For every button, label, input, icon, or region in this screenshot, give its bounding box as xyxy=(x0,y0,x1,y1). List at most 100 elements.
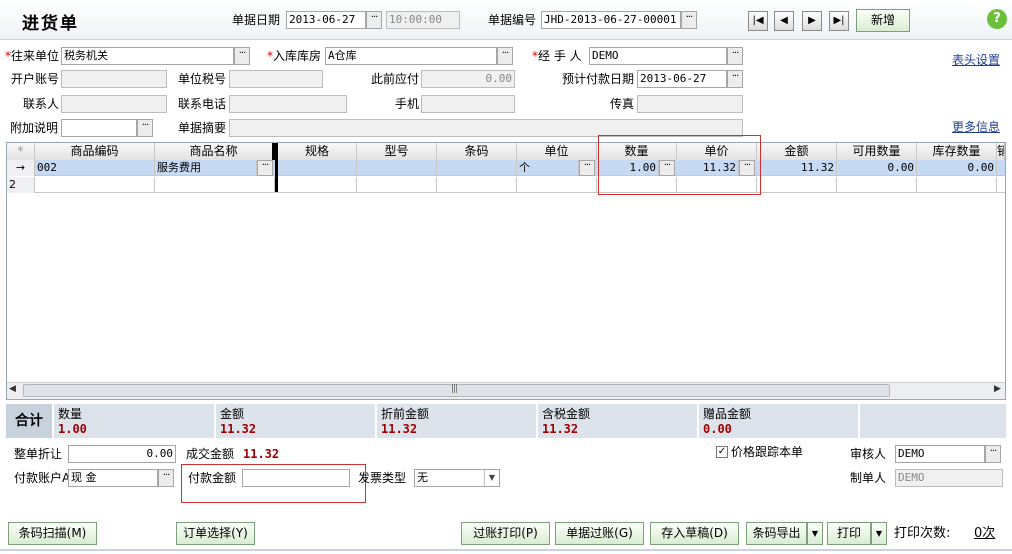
pay-account-label: 付款账户A xyxy=(14,471,71,485)
note-field[interactable] xyxy=(61,119,137,137)
first-record-icon[interactable]: |◀ xyxy=(748,11,768,31)
grid-header-stock[interactable]: 库存数量 xyxy=(917,143,997,160)
totals-qty: 数量 1.00 xyxy=(54,404,216,438)
cell-spec[interactable] xyxy=(278,177,357,193)
handler-field[interactable]: DEMO xyxy=(589,47,727,65)
cell-barcode[interactable] xyxy=(437,177,517,193)
cell-stock: 0.00 xyxy=(917,160,997,176)
more-info-link[interactable]: 更多信息 xyxy=(952,118,1000,135)
print-dropdown[interactable]: ▼ xyxy=(871,522,887,545)
note-picker-button[interactable]: ··· xyxy=(137,119,153,137)
contact-field[interactable] xyxy=(61,95,167,113)
tax-no-field[interactable] xyxy=(229,70,323,88)
grid-header-spec[interactable]: 规格 xyxy=(278,143,357,160)
totals-tax-incl: 含税金额 11.32 xyxy=(538,404,699,438)
docno-picker-button[interactable]: ··· xyxy=(681,11,697,29)
scrollbar-grip: ||| xyxy=(451,384,458,394)
price-track-checkbox[interactable]: ✓ xyxy=(716,446,728,458)
cell-model[interactable] xyxy=(357,160,437,176)
partner-field[interactable]: 税务机关 xyxy=(61,47,234,65)
phone-label: 联系电话 xyxy=(178,97,227,111)
price-track-label[interactable]: 价格跟踪本单 xyxy=(731,443,803,461)
header-settings-link[interactable]: 表头设置 xyxy=(952,51,1000,68)
warehouse-field[interactable]: A仓库 xyxy=(325,47,497,65)
tax-no-label: 单位税号 xyxy=(178,72,227,86)
cell-unit-picker-button[interactable]: ··· xyxy=(579,160,595,176)
fax-field[interactable] xyxy=(637,95,743,113)
prev-record-icon[interactable]: ◀ xyxy=(774,11,794,31)
bank-account-label: 开户账号 xyxy=(11,72,60,86)
date-field[interactable]: 2013-06-27 xyxy=(286,11,366,29)
print-count-label: 打印次数: xyxy=(894,526,951,541)
phone-field[interactable] xyxy=(229,95,347,113)
date-picker-button[interactable]: ··· xyxy=(366,11,382,29)
docno-label: 单据编号 xyxy=(488,13,537,27)
grid-header-marker: * xyxy=(7,143,35,160)
barcode-export-button[interactable]: 条码导出 xyxy=(746,522,807,545)
warehouse-label: *入库库房 xyxy=(267,49,322,63)
save-draft-button[interactable]: 存入草稿(D) xyxy=(650,522,739,545)
barcode-export-dropdown[interactable]: ▼ xyxy=(807,522,823,545)
next-record-icon[interactable]: ▶ xyxy=(802,11,822,31)
cell-model[interactable] xyxy=(357,177,437,193)
cell-name-picker-button[interactable]: ··· xyxy=(257,160,273,176)
order-select-button[interactable]: 订单选择(Y) xyxy=(176,522,255,545)
partner-picker-button[interactable]: ··· xyxy=(234,47,250,65)
scroll-right-icon[interactable]: ▶ xyxy=(994,384,1001,394)
note-label: 附加说明 xyxy=(10,121,59,135)
post-print-button[interactable]: 过账打印(P) xyxy=(461,522,550,545)
grid-header-unit[interactable]: 单位 xyxy=(517,143,597,160)
grid-header-name[interactable]: 商品名称 xyxy=(155,143,275,160)
post-button[interactable]: 单据过账(G) xyxy=(555,522,644,545)
cell-code[interactable]: 002 xyxy=(35,160,155,176)
grid-header-available[interactable]: 可用数量 xyxy=(837,143,917,160)
docno-field[interactable]: JHD-2013-06-27-00001 xyxy=(541,11,681,29)
prev-payable-field[interactable]: 0.00 xyxy=(421,70,515,88)
page-title: 进货单 xyxy=(22,14,79,34)
mobile-field[interactable] xyxy=(421,95,515,113)
due-date-field[interactable]: 2013-06-27 xyxy=(637,70,727,88)
scroll-left-icon[interactable]: ◀ xyxy=(9,384,16,394)
due-date-label: 预计付款日期 xyxy=(562,72,635,86)
auditor-picker-button[interactable]: ··· xyxy=(985,445,1001,463)
cell-spec[interactable] xyxy=(278,160,357,176)
auditor-label: 审核人 xyxy=(850,447,887,461)
cell-unit[interactable] xyxy=(517,177,597,193)
grid-header-code[interactable]: 商品编码 xyxy=(35,143,155,160)
totals-amount: 金额 11.32 xyxy=(216,404,377,438)
pay-account-field[interactable]: 现 金 xyxy=(68,469,158,487)
bank-account-field[interactable] xyxy=(61,70,167,88)
grid-header-model[interactable]: 型号 xyxy=(357,143,437,160)
cell-unit[interactable]: 个 xyxy=(517,160,579,176)
help-icon[interactable]: ? xyxy=(987,9,1007,29)
cell-amount[interactable]: 11.32 xyxy=(757,160,837,176)
due-date-picker-button[interactable]: ··· xyxy=(727,70,743,88)
date-label: 单据日期 xyxy=(232,13,281,27)
handler-picker-button[interactable]: ··· xyxy=(727,47,743,65)
prev-payable-label: 此前应付 xyxy=(371,72,420,86)
cell-stock xyxy=(917,177,997,193)
cell-name[interactable] xyxy=(155,177,275,193)
grid-header-barcode[interactable]: 条码 xyxy=(437,143,517,160)
cell-barcode[interactable] xyxy=(437,160,517,176)
cell-amount[interactable] xyxy=(757,177,837,193)
pay-account-picker-button[interactable]: ··· xyxy=(158,469,174,487)
barcode-scan-button[interactable]: 条码扫描(M) xyxy=(8,522,97,545)
chevron-down-icon[interactable]: ▼ xyxy=(484,470,499,486)
grid-header-extra[interactable]: 销 xyxy=(997,143,1005,160)
totals-label: 合计 xyxy=(6,404,52,438)
print-button[interactable]: 打印 xyxy=(827,522,871,545)
grid-header-amount[interactable]: 金额 xyxy=(757,143,837,160)
cell-name[interactable]: 服务费用 xyxy=(155,160,257,176)
totals-gift: 赠品金额 0.00 xyxy=(699,404,860,438)
warehouse-picker-button[interactable]: ··· xyxy=(497,47,513,65)
new-button[interactable]: 新增 xyxy=(856,9,910,32)
cell-code[interactable] xyxy=(35,177,155,193)
time-field[interactable]: 10:00:00 xyxy=(386,11,460,29)
maker-field[interactable]: DEMO xyxy=(895,469,1003,487)
print-count-value[interactable]: 0次 xyxy=(974,525,995,543)
discount-field[interactable]: 0.00 xyxy=(68,445,176,463)
last-record-icon[interactable]: ▶| xyxy=(829,11,849,31)
auditor-field[interactable]: DEMO xyxy=(895,445,985,463)
pay-amount-field[interactable] xyxy=(242,469,350,487)
